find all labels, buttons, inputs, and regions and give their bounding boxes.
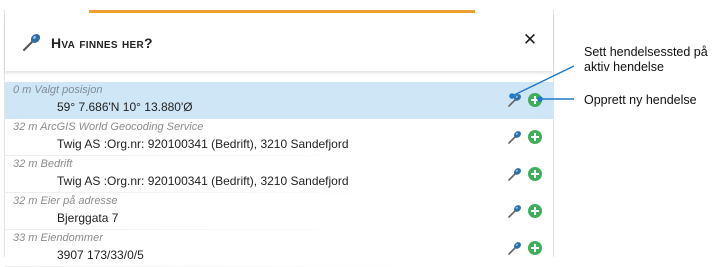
callout-lines xyxy=(509,65,575,102)
callout-line-set-location xyxy=(511,65,575,97)
annotation-create-incident: Opprett ny hendelse xyxy=(584,93,697,107)
annotation-set-location: Sett hendelsessted på aktiv hendelse xyxy=(584,45,708,74)
callout-dot-set-location xyxy=(509,93,515,99)
callout-dot-create-incident xyxy=(537,96,543,102)
